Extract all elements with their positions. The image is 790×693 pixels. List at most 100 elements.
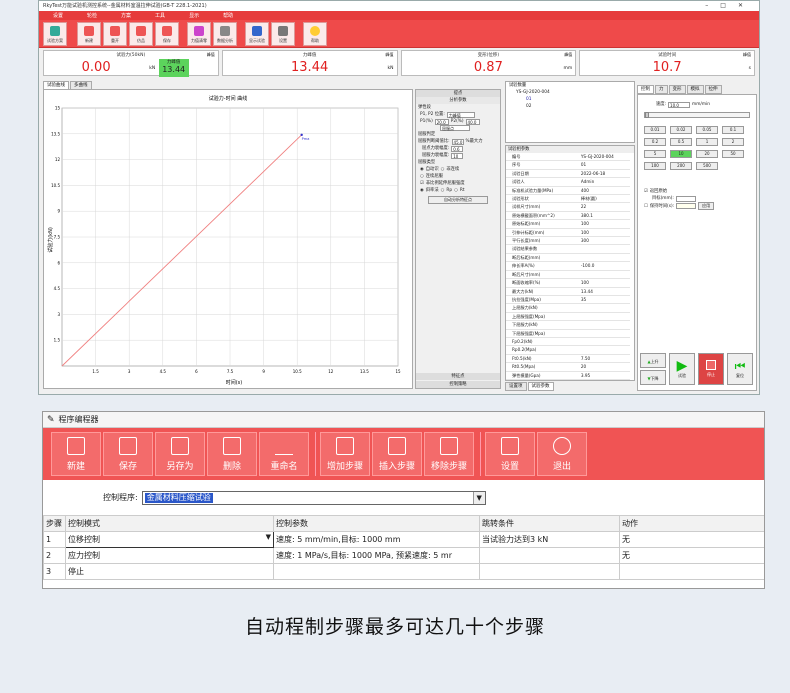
down-button[interactable]: ▼下降: [640, 370, 666, 385]
meter-mode-select[interactable]: 峰值: [743, 52, 751, 58]
tree-root[interactable]: YS-GJ-2020-004: [506, 89, 634, 96]
p1-input[interactable]: 20.0: [434, 118, 449, 125]
radio-slope[interactable]: ◉: [420, 187, 424, 194]
param-value[interactable]: [578, 320, 630, 330]
stop-button[interactable]: 停止: [698, 353, 724, 385]
speed-preset-button[interactable]: 0.01: [644, 126, 666, 134]
menu-item[interactable]: 显示: [189, 12, 199, 19]
param-value[interactable]: 3.95: [578, 371, 630, 380]
tab-settings-items[interactable]: 设置项: [505, 382, 527, 391]
param-value[interactable]: 22: [578, 202, 630, 212]
param-value[interactable]: 400: [578, 186, 630, 196]
param-row[interactable]: 上屈服力(kN): [506, 303, 630, 313]
menu-item[interactable]: 帮助: [223, 12, 233, 19]
toolbar-button[interactable]: 设置: [271, 21, 295, 46]
param-value[interactable]: [578, 345, 630, 355]
control-params-cell[interactable]: 速度: 5 mm/min,目标: 1000 mm: [273, 531, 480, 548]
speed-input[interactable]: 10.0: [668, 101, 691, 108]
menu-item[interactable]: 轮检: [87, 12, 97, 19]
meter-mode-select[interactable]: 峰值: [564, 52, 572, 58]
param-value[interactable]: [578, 379, 630, 380]
action-cell[interactable]: 无: [619, 531, 764, 548]
speed-preset-button[interactable]: 500: [696, 162, 718, 170]
table-row[interactable]: 2 应力控制 速度: 1 MPa/s,目标: 1000 MPa, 预紧速度: 5…: [43, 547, 764, 564]
param-row[interactable]: 标准机试验力量(MPa) 400: [506, 186, 630, 196]
meter-mode-select[interactable]: 峰值: [207, 52, 215, 58]
param-value[interactable]: [578, 244, 630, 254]
speed-slider[interactable]: [644, 112, 750, 118]
toolbar-button[interactable]: 显示试验: [245, 21, 269, 46]
jump-condition-cell[interactable]: [479, 563, 620, 580]
param-row[interactable]: 试验日期 2022-06-18: [506, 169, 630, 179]
p2-input[interactable]: 40.0: [465, 118, 480, 125]
settings-button[interactable]: 设置: [485, 432, 535, 476]
param-value[interactable]: [578, 303, 630, 313]
param-value[interactable]: 100: [578, 219, 630, 229]
control-mode-cell[interactable]: 应力控制: [65, 547, 274, 564]
toolbar-button[interactable]: 仿品: [129, 21, 153, 46]
param-value[interactable]: [578, 329, 630, 338]
footer-control-strategy[interactable]: 控制策略: [416, 381, 500, 388]
control-mode-select[interactable]: 位移控制 ▼: [65, 531, 274, 548]
exit-button[interactable]: 退出: [537, 432, 587, 476]
control-params-cell[interactable]: 速度: 1 MPa/s,目标: 1000 MPa, 预紧速度: 5 mr: [273, 547, 480, 564]
radio-continuous[interactable]: ○: [420, 173, 424, 180]
param-value[interactable]: -100.0: [578, 261, 630, 271]
footer-feature-points[interactable]: 特征点: [416, 373, 500, 380]
tab-analysis-params[interactable]: 分析参数: [416, 97, 500, 104]
checkbox-nonproportional[interactable]: ☑: [420, 180, 424, 187]
param-value[interactable]: 100: [578, 278, 630, 288]
param-row[interactable]: 平行长度(mm) 300: [506, 236, 630, 246]
param-value[interactable]: YS-GJ-2020-004: [578, 153, 630, 162]
insert-step-button[interactable]: 插入步骤: [372, 432, 422, 476]
p12-select[interactable]: 力峰值: [446, 111, 475, 118]
toolbar-button[interactable]: 帮助: [303, 21, 327, 46]
r3-input[interactable]: 10: [451, 152, 464, 159]
speed-preset-button[interactable]: 20: [696, 150, 718, 158]
auto-analyze-button[interactable]: 自动分析特征点: [428, 196, 488, 204]
tab-simulate[interactable]: 模拟: [686, 85, 704, 94]
param-row[interactable]: 试验结果参数: [506, 244, 630, 254]
speed-preset-button[interactable]: 0.02: [670, 126, 692, 134]
param-value[interactable]: 20: [578, 362, 630, 372]
reset-button[interactable]: ⏮ 复位: [727, 353, 753, 385]
param-row[interactable]: 下屈服力(kN): [506, 320, 630, 330]
param-row[interactable]: 断后尺寸(mm): [506, 270, 630, 280]
param-value[interactable]: 35: [578, 295, 630, 305]
param-row[interactable]: 编号 YS-GJ-2020-004: [506, 153, 630, 162]
param-row[interactable]: 原始标距(mm) 100: [506, 219, 630, 229]
param-row[interactable]: 弹性模量(Gpa) 3.95: [506, 371, 630, 380]
toolbar-button[interactable]: 保存: [155, 21, 179, 46]
param-value[interactable]: [578, 312, 630, 322]
tab-control[interactable]: 控制: [637, 85, 654, 94]
speed-preset-button[interactable]: 0.1: [722, 126, 744, 134]
toolbar-button[interactable]: 力值清零: [187, 21, 211, 46]
tree-item[interactable]: 01: [506, 96, 634, 103]
toolbar-button[interactable]: 数据分析: [213, 21, 237, 46]
jump-condition-cell[interactable]: [479, 547, 620, 564]
control-program-select[interactable]: 金属材料压缩试验 ▼: [141, 490, 486, 505]
speed-preset-button[interactable]: 100: [644, 162, 666, 170]
speed-preset-button[interactable]: 0.05: [696, 126, 718, 134]
param-value[interactable]: [578, 270, 630, 280]
speed-preset-button[interactable]: 1: [696, 138, 718, 146]
apply-button[interactable]: 应用: [698, 202, 715, 210]
param-value[interactable]: [578, 337, 630, 347]
remove-step-button[interactable]: 移除步骤: [424, 432, 474, 476]
param-value[interactable]: 380.1: [578, 211, 630, 221]
speed-preset-button[interactable]: 0.5: [670, 138, 692, 146]
param-row[interactable]: 序号 01: [506, 160, 630, 170]
radio-discontinuous[interactable]: ○: [441, 166, 445, 173]
param-value[interactable]: 7.50: [578, 354, 630, 364]
tab-force[interactable]: 力: [655, 85, 668, 94]
menu-item[interactable]: 方案: [121, 12, 131, 19]
param-row[interactable]: 最大力(kN) 13.44: [506, 287, 630, 296]
chevron-down-icon[interactable]: ▼: [266, 533, 271, 541]
save-button[interactable]: 保存: [103, 432, 153, 476]
radio-rt[interactable]: ○: [454, 187, 458, 194]
tree-item[interactable]: 02: [506, 103, 634, 110]
hold-input[interactable]: [676, 203, 697, 209]
delete-button[interactable]: 删除: [207, 432, 257, 476]
rename-button[interactable]: 重命名: [259, 432, 309, 476]
toolbar-button[interactable]: 试验方案: [43, 21, 67, 46]
